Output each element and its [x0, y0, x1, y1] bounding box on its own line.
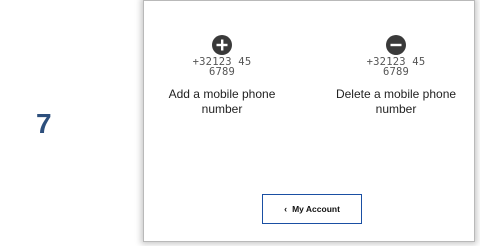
minus-circle-icon	[386, 35, 406, 55]
add-mobile-phone-option[interactable]: +32123 456789 Add a mobile phone number	[147, 35, 297, 117]
delete-mobile-phone-option[interactable]: +32123 456789 Delete a mobile phone numb…	[321, 35, 471, 117]
plus-circle-icon	[212, 35, 232, 55]
phone-number-sample: +32123 456789	[366, 56, 426, 78]
chevron-left-icon: ‹	[284, 204, 288, 214]
my-account-button[interactable]: ‹ My Account	[262, 194, 362, 224]
account-phone-panel: +32123 456789 Add a mobile phone number …	[143, 0, 475, 242]
phone-number-sample: +32123 456789	[192, 56, 252, 78]
add-mobile-phone-label: Add a mobile phone number	[168, 87, 276, 116]
delete-mobile-phone-label: Delete a mobile phone number	[335, 87, 457, 116]
step-number: 7	[36, 108, 52, 139]
my-account-label: My Account	[292, 204, 340, 214]
